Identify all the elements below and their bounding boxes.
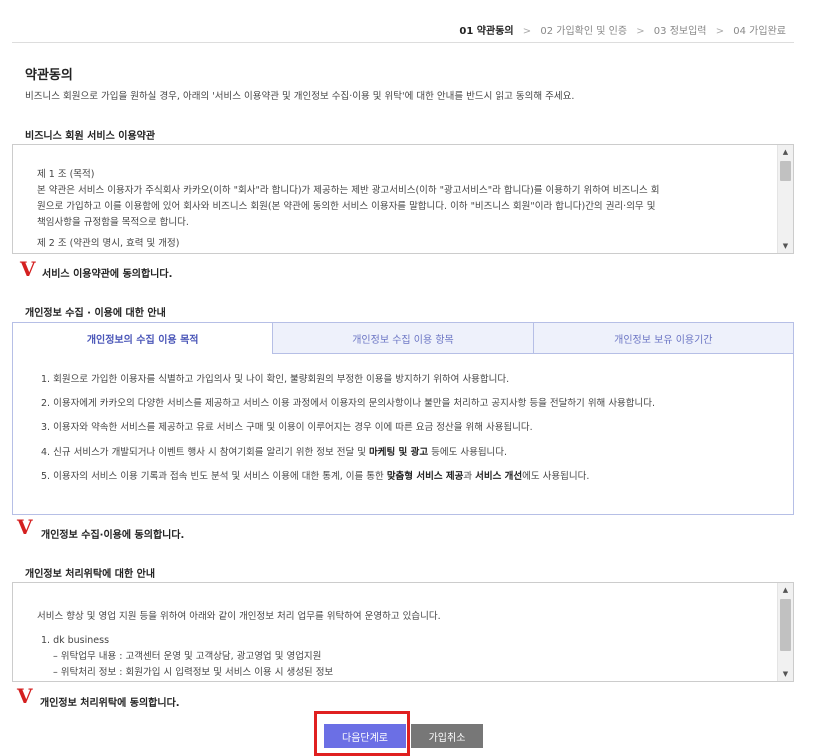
- consignment-line: – 위탁업무 내용 : 고객센터 운영 및 고객상담, 광고영업 및 영업지원: [53, 651, 322, 662]
- terms-scrollbar[interactable]: ▲ ▼: [777, 145, 793, 253]
- divider: [12, 42, 794, 43]
- terms-section-title: 비즈니스 회원 서비스 이용약관: [25, 131, 156, 142]
- check-mark-icon: V: [17, 515, 33, 539]
- step-indicator: 01 약관동의 > 02 가입확인 및 인증 > 03 정보입력 > 04 가입…: [459, 22, 786, 37]
- scroll-thumb[interactable]: [780, 599, 791, 651]
- consignment-line: – 위탁처리 정보 : 회원가입 시 입력정보 및 서비스 이용 시 생성된 정…: [53, 667, 334, 678]
- scroll-down-arrow-icon[interactable]: ▼: [778, 239, 793, 253]
- step-1: 01 약관동의: [459, 26, 514, 37]
- scroll-up-arrow-icon[interactable]: ▲: [778, 583, 793, 597]
- tab-retention-period[interactable]: 개인정보 보유 이용기간: [533, 322, 794, 354]
- step-3: 03 정보입력: [653, 26, 707, 37]
- privacy-tab-panel: 1. 회원으로 가입한 이용자를 식별하고 가입의사 및 나이 확인, 불량회원…: [12, 354, 794, 515]
- terms-line: 원으로 가입하고 이를 이용함에 있어 회사와 비즈니스 회원(본 약관에 동의…: [37, 201, 656, 212]
- terms-line: 제 2 조 (약관의 명시, 효력 및 개정): [37, 238, 180, 249]
- check-mark-icon: V: [20, 257, 36, 281]
- terms-line: 본 약관은 서비스 이용자가 주식회사 카카오(이하 "회사"라 합니다)가 제…: [37, 185, 660, 196]
- scroll-up-arrow-icon[interactable]: ▲: [778, 145, 793, 159]
- page-description: 비즈니스 회원으로 가입을 원하실 경우, 아래의 '서비스 이용약관 및 개인…: [25, 91, 575, 102]
- tab-collection-items[interactable]: 개인정보 수집 이용 항목: [273, 322, 534, 354]
- consignment-agree-label[interactable]: 개인정보 처리위탁에 동의합니다.: [40, 694, 180, 709]
- list-item: 5. 이용자의 서비스 이용 기록과 접속 빈도 분석 및 서비스 이용에 대한…: [41, 470, 590, 482]
- consignment-scrollbar[interactable]: ▲ ▼: [777, 583, 793, 681]
- consignment-section-title: 개인정보 처리위탁에 대한 안내: [25, 569, 156, 580]
- step-arrow-icon: >: [522, 26, 532, 37]
- step-arrow-icon: >: [636, 26, 645, 37]
- next-step-button[interactable]: 다음단계로: [324, 724, 406, 748]
- list-item: 4. 신규 서비스가 개발되거나 이벤트 행사 시 참여기회를 알리기 위한 정…: [41, 446, 508, 458]
- list-item: 1. 회원으로 가입한 이용자를 식별하고 가입의사 및 나이 확인, 불량회원…: [41, 374, 510, 385]
- terms-agree-label[interactable]: 서비스 이용약관에 동의합니다.: [42, 265, 172, 280]
- consignment-line: 서비스 향상 및 영업 지원 등을 위하여 아래와 같이 개인정보 처리 업무를…: [37, 611, 441, 622]
- terms-content: 제 1 조 (목적) 본 약관은 서비스 이용자가 주식회사 카카오(이하 "회…: [13, 145, 777, 253]
- step-2: 02 가입확인 및 인증: [540, 26, 628, 37]
- list-item: 2. 이용자에게 카카오의 다양한 서비스를 제공하고 서비스 이용 과정에서 …: [41, 398, 656, 410]
- step-4: 04 가입완료: [733, 26, 786, 37]
- consignment-content: 서비스 향상 및 영업 지원 등을 위하여 아래와 같이 개인정보 처리 업무를…: [13, 583, 777, 681]
- list-item: 3. 이용자와 약속한 서비스를 제공하고 유료 서비스 구매 및 이용이 이루…: [41, 422, 533, 434]
- tab-collection-purpose[interactable]: 개인정보의 수집 이용 목적: [12, 322, 274, 354]
- privacy-tabs: 개인정보의 수집 이용 목적 개인정보 수집 이용 항목 개인정보 보유 이용기…: [12, 322, 794, 354]
- privacy-purpose-list: 1. 회원으로 가입한 이용자를 식별하고 가입의사 및 나이 확인, 불량회원…: [13, 354, 793, 489]
- privacy-agree-label[interactable]: 개인정보 수집·이용에 동의합니다.: [41, 526, 184, 541]
- step-arrow-icon: >: [715, 26, 725, 37]
- scroll-thumb[interactable]: [780, 161, 791, 181]
- scroll-down-arrow-icon[interactable]: ▼: [778, 667, 793, 681]
- terms-line: 제 1 조 (목적): [37, 169, 95, 180]
- page-title: 약관동의: [25, 68, 73, 83]
- cancel-signup-button[interactable]: 가입취소: [411, 724, 483, 748]
- privacy-section-title: 개인정보 수집 · 이용에 대한 안내: [25, 308, 166, 319]
- check-mark-icon: V: [17, 684, 33, 708]
- terms-scroll-box[interactable]: 제 1 조 (목적) 본 약관은 서비스 이용자가 주식회사 카카오(이하 "회…: [12, 144, 794, 254]
- consignment-scroll-box[interactable]: 서비스 향상 및 영업 지원 등을 위하여 아래와 같이 개인정보 처리 업무를…: [12, 582, 794, 682]
- terms-line: 책임사항을 규정함을 목적으로 합니다.: [37, 217, 189, 228]
- consignment-line: 1. dk business: [41, 635, 110, 646]
